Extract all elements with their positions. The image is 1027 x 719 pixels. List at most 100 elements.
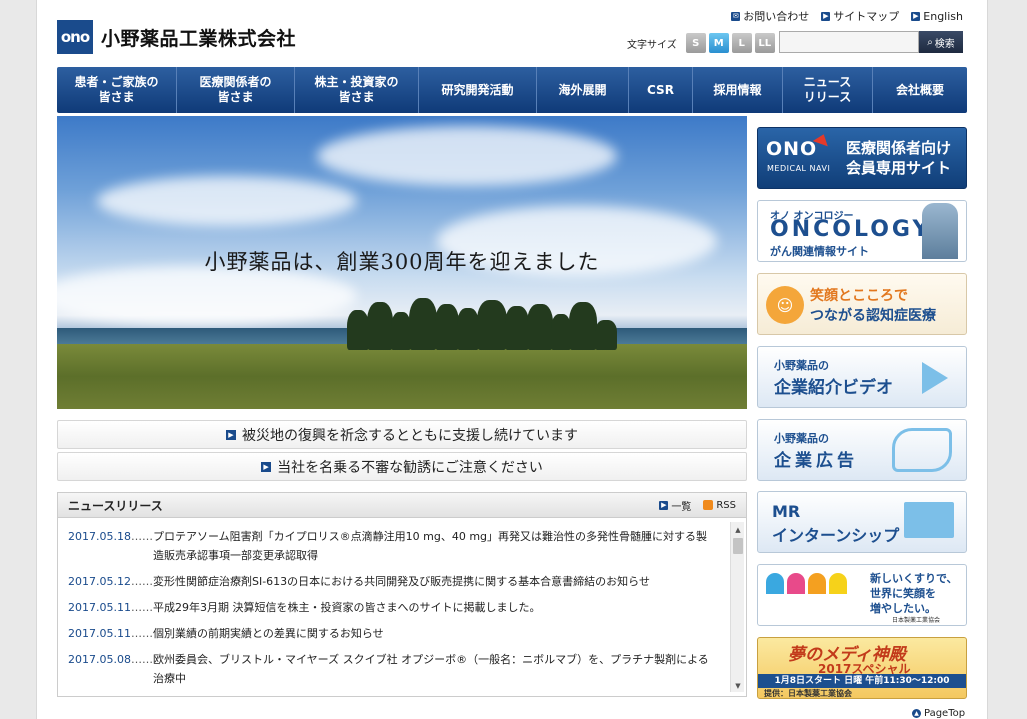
sitemap-link-label: サイトマップ (833, 10, 900, 23)
nav-recruit[interactable]: 採用情報 (693, 67, 783, 113)
news-date[interactable]: 2017.05.11 (68, 598, 131, 617)
font-size-ll-button[interactable]: LL (754, 33, 775, 53)
scroll-thumb[interactable] (733, 538, 743, 554)
banner-dementia-line1: 笑顔とこころで (810, 288, 908, 304)
search-button[interactable]: ⌕ 検索 (919, 31, 963, 53)
search-input[interactable] (779, 31, 919, 53)
rss-icon (703, 500, 714, 510)
news-text[interactable]: 個別業績の前期実績との差異に関するお知らせ (153, 624, 713, 643)
arrow-right-icon: ▶ (226, 429, 236, 440)
news-item[interactable]: 2017.05.18 …… プロテアソーム阻害剤「カイプロリス®点滴静注用10 … (68, 527, 728, 565)
pagetop-link[interactable]: ▲ PageTop (912, 708, 965, 719)
banner-dementia-line2: つながる認知症医療 (810, 308, 936, 324)
mail-icon: ✉ (731, 11, 741, 21)
scroll-down-icon[interactable]: ▼ (731, 680, 745, 692)
banner-video-line2: 企業紹介ビデオ (774, 378, 893, 398)
news-tools: ▶ 一覧 RSS (659, 498, 736, 513)
arrow-right-icon: ▶ (821, 11, 831, 21)
arrow-right-icon: ▶ (911, 11, 921, 21)
notice-recovery[interactable]: ▶ 被災地の復興を祈念するとともに支援し続けています (57, 420, 747, 449)
font-size-m-button[interactable]: M (708, 33, 729, 53)
banner-medical-navi-sub: MEDICAL NAVI (767, 164, 831, 173)
banner-jpma-line2: 世界に笑顔を (870, 587, 936, 600)
contact-link-label: お問い合わせ (743, 10, 810, 23)
banner-jpma-text: 新しいくすりで、 世界に笑顔を 増やしたい。 (870, 571, 958, 616)
news-list-link[interactable]: ▶ 一覧 (659, 498, 691, 513)
news-item[interactable]: 2017.05.11 …… 平成29年3月期 決算短信を株主・投資家の皆さまへの… (68, 598, 728, 617)
news-list-label: 一覧 (671, 501, 692, 513)
sitemap-link[interactable]: ▶ サイトマップ (821, 8, 899, 24)
banner-medical-navi-line2: 会員専用サイト (846, 159, 952, 177)
news-text[interactable]: 平成29年3月期 決算短信を株主・投資家の皆さまへのサイトに掲載しました。 (153, 598, 713, 617)
news-text[interactable]: 欧州委員会、ブリストル・マイヤーズ スクイブ社 オプジーボ®（一般名：ニボルマブ… (153, 650, 713, 688)
news-date[interactable]: 2017.05.18 (68, 527, 131, 565)
news-scrollbar[interactable]: ▲ ▼ (730, 522, 744, 692)
nav-csr[interactable]: CSR (629, 67, 693, 113)
news-date[interactable]: 2017.05.12 (68, 572, 131, 591)
banner-corporate-ad[interactable]: 小野薬品の 企業広告 (757, 419, 967, 481)
banner-ad-line1: 小野薬品の (774, 432, 829, 445)
news-separator: …… (130, 653, 153, 666)
hero-trees (347, 298, 647, 350)
banner-oncology[interactable]: オノ オンコロジー ONCOLOGY がん関連情報サイト (757, 200, 967, 262)
nav-research[interactable]: 研究開発活動 (419, 67, 537, 113)
english-link[interactable]: ▶ English (911, 8, 963, 24)
news-item[interactable]: 2017.05.12 …… 変形性関節症治療剤SI-613の日本における共同開発… (68, 572, 728, 591)
notice-fraud[interactable]: ▶ 当社を名乗る不審な勧誘にご注意ください (57, 452, 747, 481)
utility-links: ✉ お問い合わせ ▶ サイトマップ ▶ English (731, 8, 963, 24)
banner-medi-credit: 提供：日本製薬工業協会 (764, 689, 852, 698)
arrow-right-icon: ▶ (659, 500, 669, 510)
notice-recovery-label: 被災地の復興を祈念するとともに支援し続けています (242, 427, 578, 444)
hand-pill-icon (892, 428, 952, 472)
english-link-label: English (923, 9, 963, 23)
logo-text: 小野薬品工業株式会社 (101, 27, 297, 50)
people-image (922, 203, 958, 259)
arrow-up-icon: ▲ (912, 709, 921, 718)
magnifier-icon: ⌕ (927, 36, 933, 48)
nav-investors[interactable]: 株主・投資家の 皆さま (295, 67, 419, 113)
search-box: ⌕ 検索 (779, 31, 963, 53)
page-container: ono 小野薬品工業株式会社 ✉ お問い合わせ ▶ サイトマップ ▶ Engli… (36, 0, 988, 719)
nav-company[interactable]: 会社概要 (873, 67, 967, 113)
banner-medical-navi[interactable]: ONO MEDICAL NAVI 医療関係者向け 会員専用サイト (757, 127, 967, 189)
banner-dementia[interactable]: ☺ 笑顔とこころで つながる認知症医療 (757, 273, 967, 335)
banner-mr-line2: インターンシップ (772, 526, 900, 545)
hero-caption: 小野薬品は、創業300周年を迎えました (204, 250, 600, 274)
banner-medi-temple[interactable]: 夢のメディ神殿 2017スペシャル 1月8日スタート 日曜 午前11:30～12… (757, 637, 967, 699)
nav-global[interactable]: 海外展開 (537, 67, 629, 113)
news-separator: …… (130, 601, 153, 614)
nav-medical[interactable]: 医療関係者の 皆さま (177, 67, 295, 113)
banner-oncology-big: ONCOLOGY (770, 217, 932, 242)
hero-image: 小野薬品は、創業300周年を迎えました (57, 116, 747, 409)
banner-mr-line1: MR (772, 502, 801, 521)
news-rss-link[interactable]: RSS (703, 498, 736, 513)
font-size-s-button[interactable]: S (685, 33, 706, 53)
banner-medical-navi-brand: ONO (766, 138, 818, 160)
news-list: 2017.05.18 …… プロテアソーム阻害剤「カイプロリス®点滴静注用10 … (60, 520, 728, 692)
search-button-label: 検索 (934, 38, 955, 50)
banner-video[interactable]: 小野薬品の 企業紹介ビデオ (757, 346, 967, 408)
contact-link[interactable]: ✉ お問い合わせ (731, 8, 809, 24)
people-icon: ☺ (766, 286, 804, 324)
news-rss-label: RSS (716, 499, 736, 511)
notice-fraud-label: 当社を名乗る不審な勧誘にご注意ください (277, 459, 543, 476)
news-text[interactable]: 変形性関節症治療剤SI-613の日本における共同開発及び販売提携に関する基本合意… (153, 572, 713, 591)
news-date[interactable]: 2017.05.11 (68, 624, 131, 643)
company-logo[interactable]: ono 小野薬品工業株式会社 (57, 20, 296, 54)
banner-jpma[interactable]: 新しいくすりで、 世界に笑顔を 増やしたい。 日本製薬工業協会 (757, 564, 967, 626)
presentation-icon (904, 502, 954, 538)
banner-medical-navi-text: 医療関係者向け 会員専用サイト (846, 138, 951, 178)
news-date[interactable]: 2017.05.08 (68, 650, 131, 688)
banner-mr-internship[interactable]: MR インターンシップ (757, 491, 967, 553)
nav-patients[interactable]: 患者・ご家族の 皆さま (57, 67, 177, 113)
banner-medical-navi-line1: 医療関係者向け (846, 139, 952, 157)
news-text[interactable]: プロテアソーム阻害剤「カイプロリス®点滴静注用10 mg、40 mg」再発又は難… (153, 527, 713, 565)
arrow-right-icon: ▶ (261, 461, 272, 472)
news-item[interactable]: 2017.05.11 …… 個別業績の前期実績との差異に関するお知らせ (68, 624, 728, 643)
nav-news[interactable]: ニュース リリース (783, 67, 873, 113)
banner-jpma-line1: 新しいくすりで、 (870, 572, 958, 585)
banner-jpma-org: 日本製薬工業協会 (892, 617, 941, 624)
font-size-l-button[interactable]: L (731, 33, 752, 53)
news-item[interactable]: 2017.05.08 …… 欧州委員会、ブリストル・マイヤーズ スクイブ社 オプ… (68, 650, 728, 688)
scroll-up-icon[interactable]: ▲ (731, 524, 745, 536)
